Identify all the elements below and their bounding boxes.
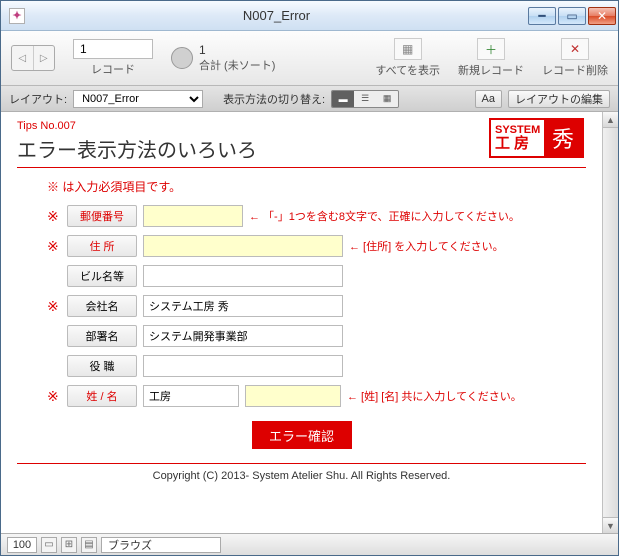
row-building: ビル名等 bbox=[47, 265, 586, 287]
row-name: ※ 姓 / 名 ← [姓] [名] 共に入力してください。 bbox=[47, 385, 586, 407]
label-company: 会社名 bbox=[67, 295, 137, 317]
list-mode-icon[interactable]: ⊞ bbox=[61, 537, 77, 553]
record-nav[interactable]: ◁ ▷ bbox=[11, 45, 55, 71]
new-record-icon: ＋ bbox=[477, 38, 505, 60]
view-toggle[interactable]: ▬ ☰ ▦ bbox=[331, 90, 399, 108]
view-switch-label: 表示方法の切り替え: bbox=[223, 91, 325, 107]
record-number-input[interactable] bbox=[73, 39, 153, 59]
minimize-button[interactable]: ━ bbox=[528, 7, 556, 25]
close-button[interactable]: ✕ bbox=[588, 7, 616, 25]
edit-layout-button[interactable]: レイアウトの編集 bbox=[508, 90, 610, 108]
delete-record-icon: ✕ bbox=[561, 38, 589, 60]
prev-record-icon[interactable]: ◁ bbox=[12, 46, 33, 70]
layout-bar: レイアウト: N007_Error 表示方法の切り替え: ▬ ☰ ▦ Aa レイ… bbox=[1, 86, 618, 112]
total-count: 1 bbox=[199, 43, 275, 57]
scroll-track[interactable] bbox=[603, 128, 618, 517]
input-address[interactable] bbox=[143, 235, 343, 257]
label-position: 役 職 bbox=[67, 355, 137, 377]
form-view-icon[interactable]: ▬ bbox=[332, 91, 354, 107]
total-label: 合計 (未ソート) bbox=[199, 57, 275, 73]
delete-record-button[interactable]: ✕ レコード削除 bbox=[542, 38, 608, 78]
row-dept: 部署名 bbox=[47, 325, 586, 347]
next-record-icon[interactable]: ▷ bbox=[33, 46, 55, 70]
hint-postal: ← 「-」1つを含む8文字で、正確に入力してください。 bbox=[249, 208, 520, 224]
input-mei[interactable] bbox=[245, 385, 341, 407]
layout-label: レイアウト: bbox=[9, 91, 67, 107]
vertical-scrollbar[interactable]: ▲ ▼ bbox=[602, 112, 618, 533]
scroll-up-icon[interactable]: ▲ bbox=[603, 112, 618, 128]
required-note: ※ は入力必須項目です。 bbox=[47, 178, 586, 195]
show-all-icon: ▦ bbox=[394, 38, 422, 60]
submit-button[interactable]: エラー確認 bbox=[252, 421, 352, 449]
form-mode-icon[interactable]: ▭ bbox=[41, 537, 57, 553]
input-dept[interactable] bbox=[143, 325, 343, 347]
window-title: N007_Error bbox=[25, 8, 528, 23]
text-format-button[interactable]: Aa bbox=[475, 90, 502, 108]
preview-mode-icon[interactable]: ▤ bbox=[81, 537, 97, 553]
toolbar: ◁ ▷ レコード 1 合計 (未ソート) ▦ すべてを表示 ＋ 新規レコード ✕… bbox=[1, 31, 618, 86]
divider bbox=[17, 167, 586, 168]
app-window: ✦ N007_Error ━ ▭ ✕ ◁ ▷ レコード 1 合計 (未ソート) bbox=[0, 0, 619, 556]
mode-select[interactable]: ブラウズ bbox=[101, 537, 221, 553]
hint-address: ← [住所] を入力してください。 bbox=[349, 238, 504, 254]
new-record-button[interactable]: ＋ 新規レコード bbox=[458, 38, 524, 78]
label-building: ビル名等 bbox=[67, 265, 137, 287]
logo: SYSTEM 工房 秀 bbox=[489, 118, 584, 158]
row-company: ※ 会社名 bbox=[47, 295, 586, 317]
record-label: レコード bbox=[91, 61, 135, 77]
show-all-button[interactable]: ▦ すべてを表示 bbox=[375, 38, 440, 78]
row-address: ※ 住 所 ← [住所] を入力してください。 bbox=[47, 235, 586, 257]
layout-select[interactable]: N007_Error bbox=[73, 90, 203, 108]
row-position: 役 職 bbox=[47, 355, 586, 377]
table-view-icon[interactable]: ▦ bbox=[376, 91, 398, 107]
label-name: 姓 / 名 bbox=[67, 385, 137, 407]
copyright: Copyright (C) 2013- System Atelier Shu. … bbox=[17, 463, 586, 482]
input-position[interactable] bbox=[143, 355, 343, 377]
label-postal: 郵便番号 bbox=[67, 205, 137, 227]
scroll-down-icon[interactable]: ▼ bbox=[603, 517, 618, 533]
maximize-button[interactable]: ▭ bbox=[558, 7, 586, 25]
input-sei[interactable] bbox=[143, 385, 239, 407]
hint-name: ← [姓] [名] 共に入力してください。 bbox=[347, 388, 522, 404]
status-bar: 100 ▭ ⊞ ▤ ブラウズ bbox=[1, 533, 618, 555]
title-bar: ✦ N007_Error ━ ▭ ✕ bbox=[1, 1, 618, 31]
app-icon: ✦ bbox=[9, 8, 25, 24]
label-address: 住 所 bbox=[67, 235, 137, 257]
content-area: SYSTEM 工房 秀 Tips No.007 エラー表示方法のいろいろ ※ は… bbox=[1, 112, 602, 533]
label-dept: 部署名 bbox=[67, 325, 137, 347]
input-postal[interactable] bbox=[143, 205, 243, 227]
zoom-level[interactable]: 100 bbox=[7, 537, 37, 553]
input-building[interactable] bbox=[143, 265, 343, 287]
pie-icon[interactable] bbox=[171, 47, 193, 69]
row-postal: ※ 郵便番号 ← 「-」1つを含む8文字で、正確に入力してください。 bbox=[47, 205, 586, 227]
input-company[interactable] bbox=[143, 295, 343, 317]
list-view-icon[interactable]: ☰ bbox=[354, 91, 376, 107]
